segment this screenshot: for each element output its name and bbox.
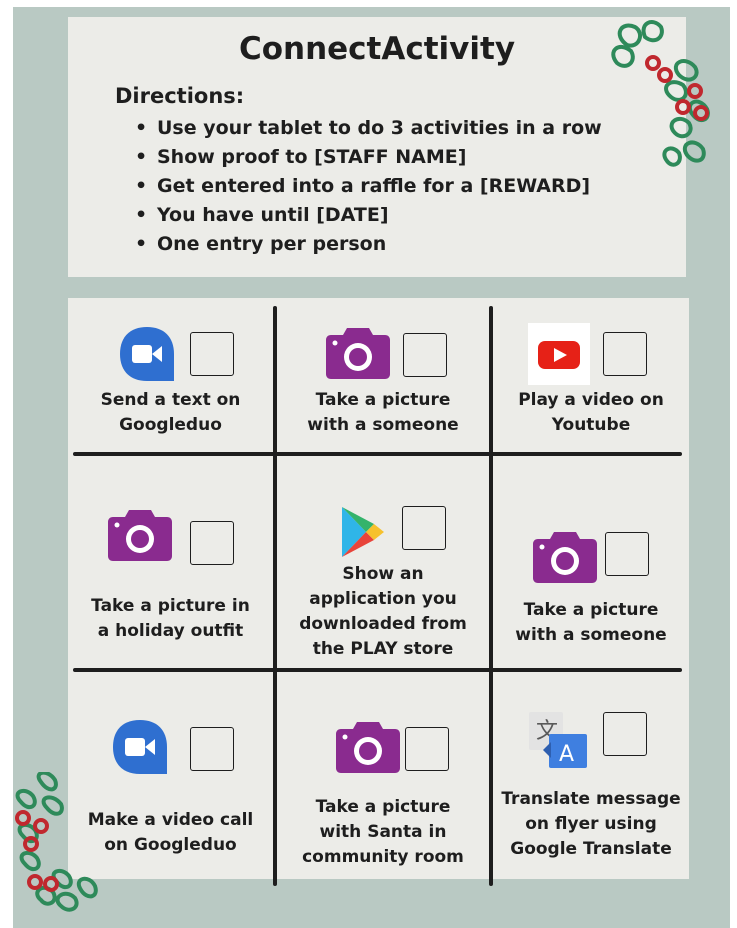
- directions-card: ConnectActivity Directions: Use your tab…: [68, 17, 686, 277]
- poster: ConnectActivity Directions: Use your tab…: [13, 7, 730, 928]
- direction-item: Show proof to [STAFF NAME]: [135, 143, 602, 172]
- activity-cell[interactable]: Take a picture in a holiday outfit: [68, 460, 273, 668]
- google-play-icon: [342, 507, 384, 557]
- camera-icon: [336, 722, 400, 773]
- activity-checkbox[interactable]: [190, 521, 234, 565]
- direction-item: You have until [DATE]: [135, 201, 602, 230]
- activity-cell[interactable]: 文 A Translate message on flyer using Goo…: [493, 672, 689, 879]
- activity-checkbox[interactable]: [605, 532, 649, 576]
- activity-label: Send a text on Googleduo: [100, 390, 241, 435]
- google-duo-icon: [113, 720, 167, 774]
- activity-cell[interactable]: Show an application you downloaded from …: [277, 460, 489, 668]
- youtube-icon: [528, 323, 590, 385]
- activity-checkbox[interactable]: [403, 333, 447, 377]
- grid-divider: [489, 306, 493, 886]
- activity-checkbox[interactable]: [405, 727, 449, 771]
- activity-label: Show an application you downloaded from …: [299, 564, 467, 659]
- activity-cell[interactable]: Take a picture with a someone: [277, 298, 489, 450]
- activity-checkbox[interactable]: [603, 332, 647, 376]
- activity-label: Play a video on Youtube: [518, 390, 664, 435]
- activity-label: Take a picture with a someone: [307, 390, 459, 435]
- grid-divider: [73, 668, 682, 672]
- holly-decoration-icon: [611, 20, 710, 167]
- camera-icon: [533, 532, 597, 583]
- google-duo-icon: [120, 327, 174, 381]
- activity-grid: Send a text on Googleduo Take a picture …: [68, 298, 689, 886]
- activity-checkbox[interactable]: [402, 506, 446, 550]
- camera-icon: [326, 328, 390, 379]
- activity-checkbox[interactable]: [603, 712, 647, 756]
- activity-label: Take a picture in a holiday outfit: [91, 596, 250, 641]
- page-title: ConnectActivity: [238, 31, 516, 67]
- activity-cell[interactable]: Send a text on Googleduo: [68, 298, 273, 450]
- activity-label: Translate message on flyer using Google …: [501, 789, 681, 859]
- directions-label: Directions:: [115, 84, 245, 108]
- grid-divider: [73, 452, 682, 456]
- camera-icon: [108, 510, 172, 561]
- direction-item: Use your tablet to do 3 activities in a …: [135, 114, 602, 143]
- svg-text:A: A: [559, 742, 574, 767]
- google-translate-icon: 文 A: [529, 712, 587, 768]
- activity-cell[interactable]: Take a picture with Santa in community r…: [277, 672, 489, 879]
- activity-checkbox[interactable]: [190, 727, 234, 771]
- grid-divider: [273, 306, 277, 886]
- activity-label: Take a picture with a someone: [515, 600, 667, 645]
- direction-item: One entry per person: [135, 230, 602, 259]
- holly-decoration-icon: [15, 772, 98, 912]
- direction-item: Get entered into a raffle for a [REWARD]: [135, 172, 602, 201]
- directions-list: Use your tablet to do 3 activities in a …: [135, 114, 602, 259]
- activity-label: Take a picture with Santa in community r…: [302, 797, 464, 867]
- activity-cell[interactable]: Play a video on Youtube: [493, 298, 689, 450]
- activity-cell[interactable]: Take a picture with a someone: [493, 460, 689, 668]
- activity-checkbox[interactable]: [190, 332, 234, 376]
